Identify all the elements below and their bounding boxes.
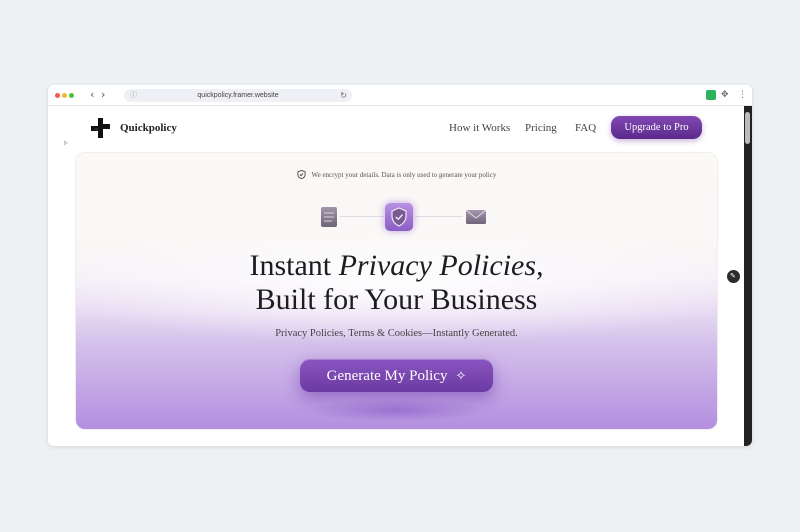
shield-icon (391, 207, 407, 227)
sparkle-icon: ✧ (455, 368, 467, 383)
reload-icon[interactable]: ↻ (340, 90, 347, 101)
shield-badge (385, 203, 413, 231)
hero-headline-line2: Built for Your Business (255, 283, 538, 316)
scrollbar[interactable] (744, 106, 752, 446)
edit-floating-button[interactable]: ✎ (727, 270, 740, 283)
brand-name[interactable]: Quickpolicy (120, 121, 177, 135)
flow-connector (340, 216, 384, 217)
headline-plain: Instant (249, 249, 339, 282)
browser-window: ‹ › ⓘ quickpolicy.framer.website ↻ ✥ ⋮ Q… (48, 85, 752, 446)
url-text: quickpolicy.framer.website (197, 92, 279, 99)
button-glow (308, 398, 484, 422)
generate-my-policy-button[interactable]: Generate My Policy ✧ (300, 359, 493, 392)
upgrade-to-pro-button[interactable]: Upgrade to Pro (611, 116, 702, 139)
maximize-window-button[interactable] (69, 93, 74, 98)
security-note-text: We encrypt your details. Data is only us… (311, 171, 497, 179)
pen-icon: ✎ (730, 272, 736, 280)
logo-icon[interactable] (90, 117, 112, 139)
address-bar[interactable]: ⓘ quickpolicy.framer.website ↻ (124, 89, 352, 102)
page-viewport: Quickpolicy How it Works Pricing FAQ Upg… (48, 106, 744, 446)
nav-link-pricing[interactable]: Pricing (525, 121, 557, 135)
browser-menu-icon[interactable]: ⋮ (738, 90, 748, 100)
extension-icon[interactable] (706, 90, 716, 100)
nav-link-how-it-works[interactable]: How it Works (449, 121, 510, 135)
hero-subheadline: Privacy Policies, Terms & Cookies—Instan… (275, 328, 518, 339)
hero-headline-line1: Instant Privacy Policies, (76, 249, 717, 283)
mouse-cursor-icon: ▹ (64, 138, 69, 147)
process-flow (318, 201, 488, 233)
document-icon (321, 207, 337, 227)
nav-link-faq[interactable]: FAQ (575, 121, 596, 135)
back-button[interactable]: ‹ (90, 88, 94, 102)
browser-toolbar: ‹ › ⓘ quickpolicy.framer.website ↻ ✥ ⋮ (48, 85, 752, 106)
close-window-button[interactable] (55, 93, 60, 98)
minimize-window-button[interactable] (62, 93, 67, 98)
shield-check-icon (296, 170, 306, 179)
forward-button[interactable]: › (101, 88, 105, 102)
hero-section: We encrypt your details. Data is only us… (75, 152, 718, 430)
headline-italic: Privacy Policies, (338, 249, 544, 282)
flow-connector (415, 216, 463, 217)
extensions-puzzle-icon[interactable]: ✥ (721, 90, 731, 100)
security-note: We encrypt your details. Data is only us… (76, 170, 717, 180)
scrollbar-thumb[interactable] (745, 112, 750, 144)
mail-icon (466, 210, 486, 224)
generate-button-label: Generate My Policy (326, 368, 448, 384)
